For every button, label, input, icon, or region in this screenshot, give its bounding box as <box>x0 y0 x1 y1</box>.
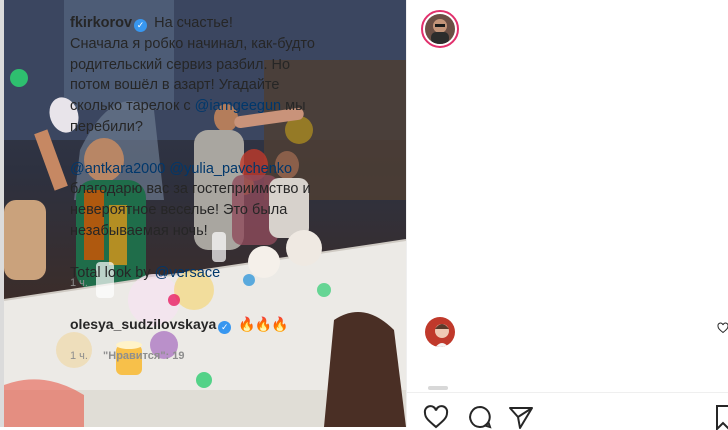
post-caption: fkirkorov ✓ На счастье! Сначала я робко н… <box>70 13 324 283</box>
caption-line: незабываемая ночь! <box>70 222 208 239</box>
post-detail-panel <box>406 0 728 427</box>
comment-meta: 1 ч. "Нравится": 19 <box>70 350 185 362</box>
commenter-avatar-image <box>425 317 455 347</box>
comment-text: 🔥🔥🔥 <box>238 316 288 332</box>
caption-fragment: мы <box>281 98 306 115</box>
bookmark-icon[interactable] <box>716 404 728 430</box>
caption-line: родительский сервиз разбил. Но <box>70 56 291 73</box>
comment-item: olesya_sudzilovskaya ✓ 🔥🔥🔥 <box>70 316 289 334</box>
mention-antkara-link[interactable]: @antkara2000 <box>70 161 165 177</box>
commenter-username[interactable]: olesya_sudzilovskaya <box>70 316 216 332</box>
caption-first-line: На счастье! <box>154 15 233 31</box>
verified-badge-icon: ✓ <box>218 321 232 334</box>
comment-timestamp[interactable]: 1 ч. <box>70 350 88 362</box>
mention-versace-link[interactable]: @versace <box>155 265 221 281</box>
caption-line: сколько тарелок с <box>70 98 195 115</box>
heart-icon[interactable] <box>717 322 728 334</box>
caption-line: Сначала я робко начинал, как-будто <box>70 35 315 52</box>
mention-yulia-link[interactable]: @yulia_pavchenko <box>169 161 292 177</box>
author-username[interactable]: fkirkorov <box>70 15 132 31</box>
mention-iamgeegun-link[interactable]: @iamgeegun <box>195 98 281 114</box>
comment-likes[interactable]: "Нравится": 19 <box>103 350 184 362</box>
caption-line: благодарю вас за гостеприимство и <box>70 181 311 198</box>
caption-line: невероятное веселье! Это была <box>70 202 288 219</box>
commenter-avatar[interactable] <box>421 313 459 351</box>
post-timestamp[interactable]: 1 ч. <box>70 277 88 289</box>
verified-badge-icon: ✓ <box>134 19 148 32</box>
author-avatar-image <box>425 14 455 44</box>
caption-line: потом вошёл в азарт! Угадайте <box>70 77 280 94</box>
next-comment-avatar <box>428 386 448 390</box>
caption-line: перебили? <box>70 118 143 135</box>
share-icon[interactable] <box>508 404 534 430</box>
heart-icon[interactable] <box>423 404 449 430</box>
comment-icon[interactable] <box>467 404 493 430</box>
actions-divider <box>406 392 728 393</box>
author-avatar[interactable] <box>421 10 459 48</box>
